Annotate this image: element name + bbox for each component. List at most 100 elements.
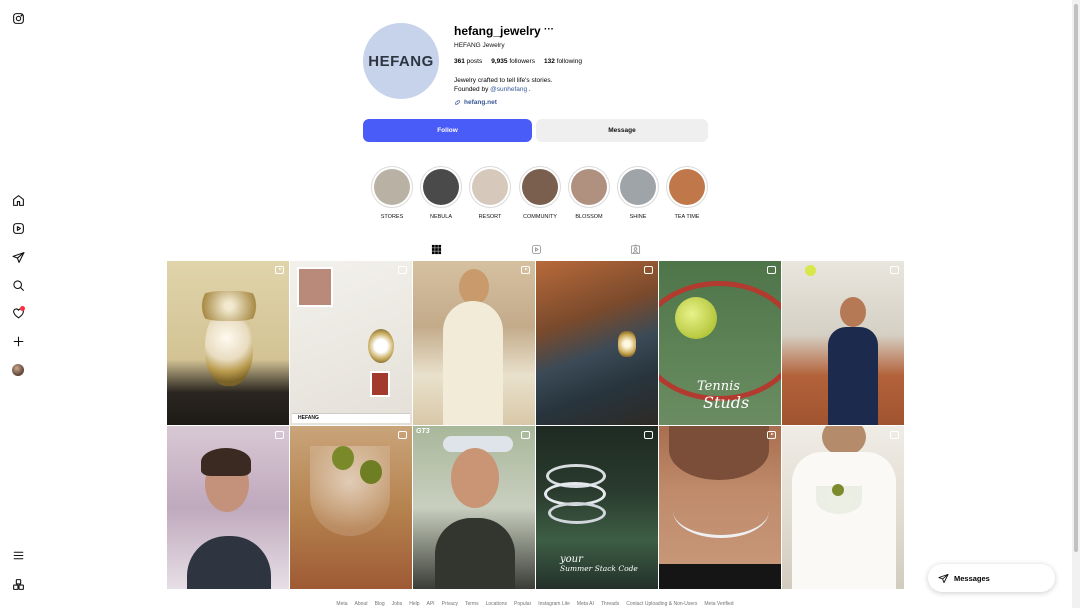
footer-link[interactable]: Locations: [486, 601, 507, 607]
tagged-tab-icon: [630, 243, 640, 254]
following-stat[interactable]: 132 following: [544, 58, 582, 65]
tab-posts-grid[interactable]: [429, 242, 443, 256]
post-title-text-2: Studs: [703, 393, 750, 412]
post-ball-shape: [675, 297, 717, 339]
page-scrollbar[interactable]: [1072, 0, 1080, 608]
post-dress-shape: [828, 327, 878, 425]
menu-icon[interactable]: [9, 546, 27, 564]
highlight-stores[interactable]: STORES: [370, 166, 414, 220]
followers-stat[interactable]: 9,935 followers: [491, 58, 535, 65]
scrollbar-thumb[interactable]: [1074, 4, 1078, 552]
footer-link[interactable]: About: [355, 601, 368, 607]
highlight-cover: [571, 169, 607, 205]
post-hair-shape: [201, 447, 251, 476]
message-button[interactable]: Message: [536, 119, 708, 142]
footer-link[interactable]: Terms: [465, 601, 479, 607]
highlight-community[interactable]: COMMUNITY: [518, 166, 562, 220]
left-nav-rail: [0, 0, 36, 608]
post-tile[interactable]: HEFANG: [290, 261, 412, 425]
more-options-icon[interactable]: ···: [544, 24, 554, 35]
post-tile[interactable]: [167, 425, 289, 589]
post-tile[interactable]: [413, 261, 535, 425]
footer-link[interactable]: Privacy: [442, 601, 458, 607]
website-link[interactable]: hefang.net: [454, 99, 497, 106]
posts-label: posts: [466, 58, 483, 65]
profile-username: hefang_jewelry: [454, 24, 541, 38]
reels-icon[interactable]: [9, 219, 27, 237]
carousel-badge-icon: [398, 266, 407, 274]
post-dress-shape: [443, 301, 503, 425]
post-shirt-shape: [792, 451, 896, 589]
post-tile[interactable]: your Summer Stack Code: [536, 425, 658, 589]
profile-avatar[interactable]: [9, 361, 27, 379]
also-from-meta-icon[interactable]: [9, 575, 27, 593]
bio-suffix: .: [527, 86, 531, 93]
follow-button[interactable]: Follow: [363, 119, 532, 142]
bio-mention-link[interactable]: @sunhefang: [490, 86, 527, 93]
footer-link[interactable]: Jobs: [392, 601, 403, 607]
create-plus-icon[interactable]: [9, 332, 27, 350]
carousel-badge-icon: [521, 430, 530, 439]
tab-reels[interactable]: [529, 242, 543, 256]
post-ball-shape: [805, 265, 816, 276]
website-link-text: hefang.net: [464, 99, 497, 106]
footer-link[interactable]: Help: [409, 601, 419, 607]
post-top-shape: [659, 563, 781, 589]
notifications-heart-icon[interactable]: [9, 304, 27, 322]
tab-tagged[interactable]: [628, 242, 642, 256]
highlight-cover: [669, 169, 705, 205]
post-tile[interactable]: Tennis Studs: [659, 261, 781, 425]
footer-link[interactable]: Meta Verified: [704, 601, 733, 607]
instagram-logo-icon[interactable]: [9, 9, 27, 27]
highlight-tea-time[interactable]: TEA TIME: [665, 166, 709, 220]
direct-message-icon: [938, 573, 949, 583]
footer-link[interactable]: API: [427, 601, 435, 607]
highlight-resort[interactable]: RESORT: [468, 166, 512, 220]
footer-link[interactable]: Meta: [336, 601, 347, 607]
highlight-ring: [469, 166, 511, 208]
footer-link[interactable]: Instagram Lite: [538, 601, 570, 607]
highlight-nebula[interactable]: NEBULA: [419, 166, 463, 220]
post-tile[interactable]: [290, 425, 412, 589]
footer-link[interactable]: Popular: [514, 601, 531, 607]
post-tile[interactable]: [782, 425, 904, 589]
post-tile[interactable]: [659, 425, 781, 589]
followers-label: followers: [509, 58, 535, 65]
posts-grid: HEFANG Tennis Studs GT3 your Summer Stac…: [167, 261, 904, 589]
highlight-label: NEBULA: [429, 214, 452, 220]
footer-link[interactable]: Blog: [375, 601, 385, 607]
post-tile[interactable]: [536, 261, 658, 425]
highlight-ring: [519, 166, 561, 208]
bio-founded-by: Founded by: [454, 86, 491, 93]
reels-tab-icon: [531, 244, 541, 254]
footer-link[interactable]: Contact Uploading & Non-Users: [626, 601, 697, 607]
home-icon[interactable]: [9, 191, 27, 209]
highlight-cover: [423, 169, 459, 205]
highlight-blossom[interactable]: BLOSSOM: [567, 166, 611, 220]
footer-link[interactable]: Threads: [601, 601, 619, 607]
highlight-ring: [666, 166, 708, 208]
messages-button[interactable]: Messages: [928, 564, 1055, 592]
highlight-label: SHINE: [629, 214, 647, 220]
post-tile[interactable]: GT3: [413, 425, 535, 589]
notification-dot: [20, 306, 25, 311]
profile-picture[interactable]: HEFANG: [363, 23, 439, 99]
highlight-shine[interactable]: SHINE: [616, 166, 660, 220]
carousel-badge-icon: [398, 430, 407, 439]
post-olive-shape: [832, 483, 844, 496]
highlight-label: RESORT: [478, 214, 502, 220]
search-icon[interactable]: [9, 276, 27, 294]
post-bow-shape: [194, 291, 264, 321]
carousel-badge-icon: [767, 266, 776, 274]
carousel-badge-icon: [890, 266, 899, 274]
post-photo-shape: [297, 267, 333, 307]
highlight-ring: [420, 166, 462, 208]
avatar: [12, 364, 24, 376]
direct-message-icon[interactable]: [9, 248, 27, 266]
footer-link[interactable]: Meta AI: [577, 601, 594, 607]
followers-count: 9,935: [491, 58, 508, 65]
post-tile[interactable]: [782, 261, 904, 425]
post-olive-shape: [332, 445, 354, 470]
post-tile[interactable]: [167, 261, 289, 425]
post-necklace-shape: [673, 484, 769, 538]
